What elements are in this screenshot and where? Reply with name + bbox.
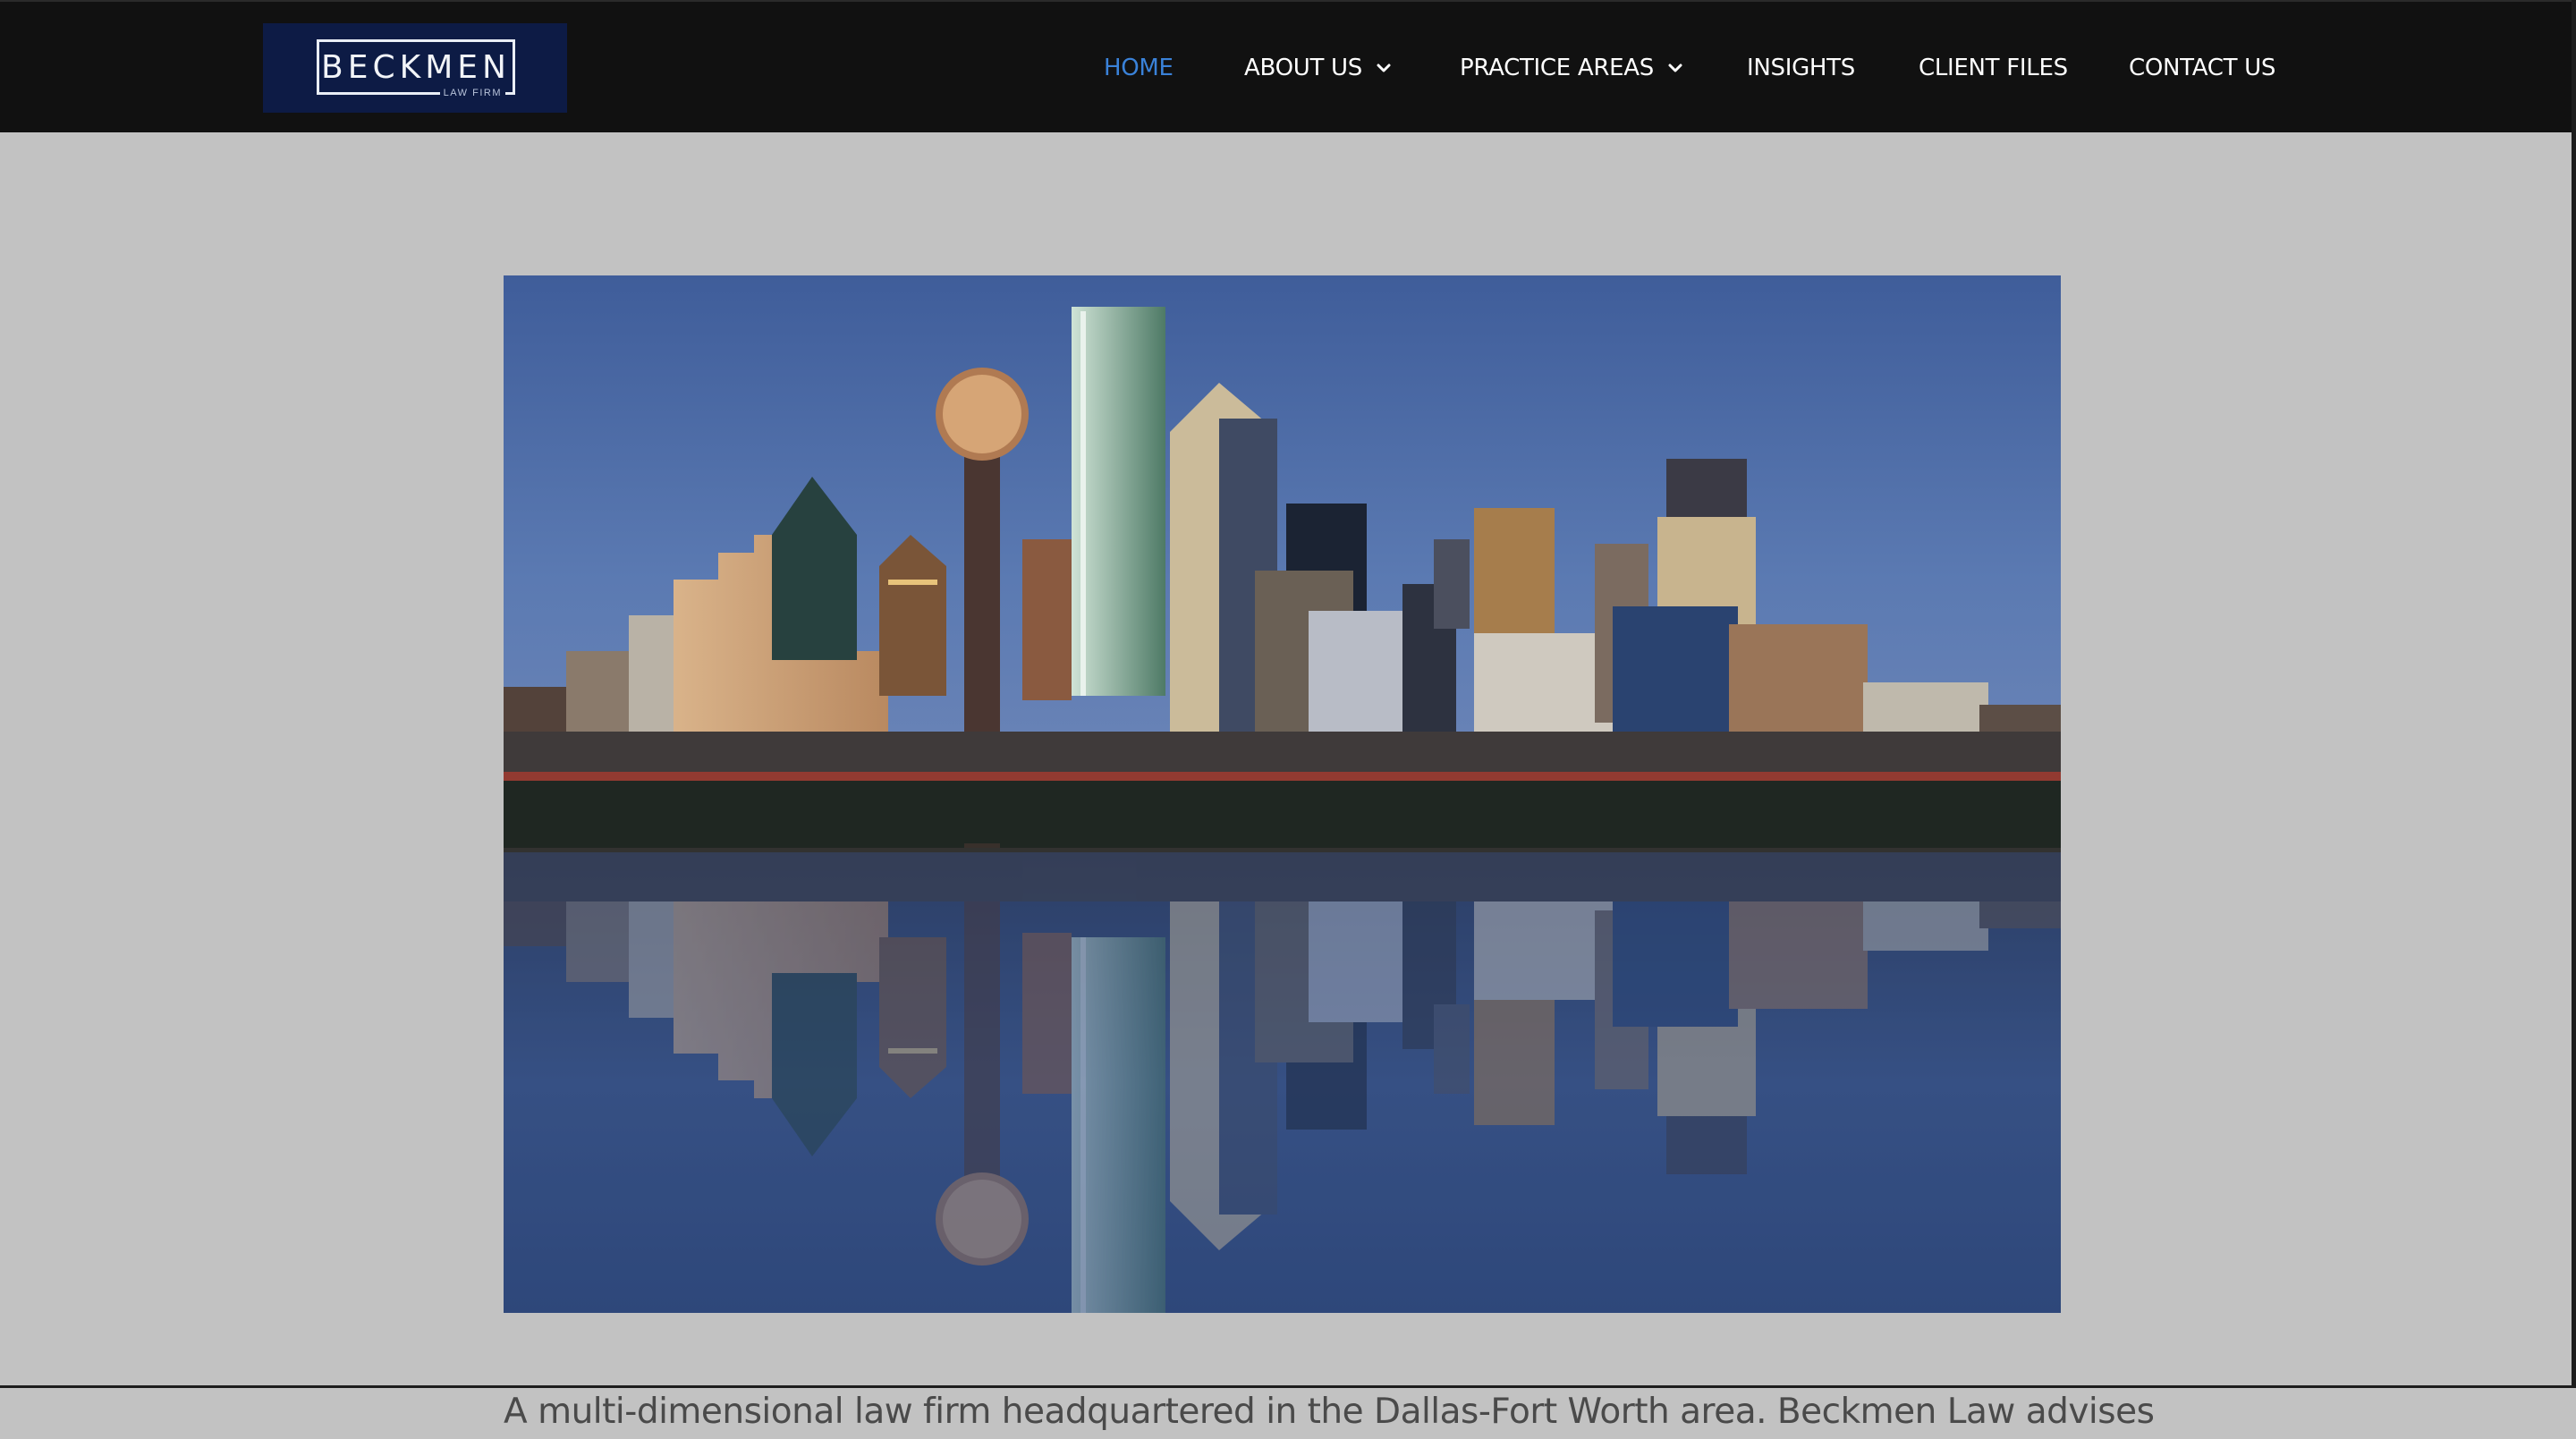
nav-label: ABOUT US	[1244, 55, 1362, 81]
nav-label: HOME	[1104, 55, 1174, 81]
site-header: BECKMEN LAW FIRM HOME ABOUT US PRACTICE …	[0, 0, 2576, 132]
skyline-illustration	[504, 275, 2061, 1313]
main-nav: HOME ABOUT US PRACTICE AREAS INSIGHTS CL…	[0, 2, 2576, 134]
nav-label: PRACTICE AREAS	[1460, 55, 1654, 81]
nav-label: CONTACT US	[2129, 55, 2276, 81]
hero-image	[504, 275, 2061, 1313]
nav-label: CLIENT FILES	[1919, 55, 2068, 81]
nav-home[interactable]: HOME	[1104, 52, 1174, 84]
window-edge-right	[2572, 0, 2576, 1388]
nav-practice-areas[interactable]: PRACTICE AREAS	[1460, 52, 1684, 84]
intro-paragraph: A multi-dimensional law firm headquarter…	[504, 1392, 2155, 1432]
nav-about-us[interactable]: ABOUT US	[1244, 52, 1393, 84]
nav-contact-us[interactable]: CONTACT US	[2129, 52, 2275, 84]
chevron-down-icon	[1668, 63, 1682, 72]
nav-insights[interactable]: INSIGHTS	[1747, 52, 1855, 84]
chevron-down-icon	[1377, 63, 1391, 72]
nav-label: INSIGHTS	[1747, 55, 1855, 81]
nav-client-files[interactable]: CLIENT FILES	[1919, 52, 2068, 84]
